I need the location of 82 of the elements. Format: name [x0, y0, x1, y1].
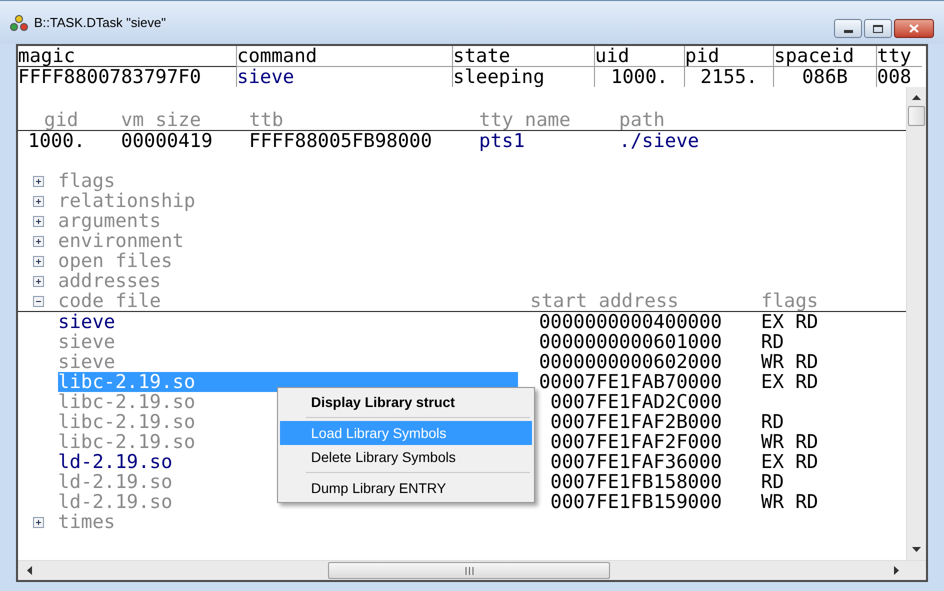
flags-cell: RD	[761, 332, 784, 352]
scroll-right-icon[interactable]	[894, 566, 900, 575]
app-icon	[10, 14, 28, 30]
grip-icon	[464, 566, 474, 574]
column-header: ttb	[249, 110, 284, 130]
scroll-thumb[interactable]	[328, 562, 610, 579]
tree-label[interactable]: arguments	[58, 211, 530, 231]
column-header: magic	[18, 46, 236, 67]
table-cell: 086B	[773, 67, 876, 87]
column-header: tty name	[479, 110, 572, 130]
flags-cell: EX RD	[761, 452, 818, 472]
expand-icon[interactable]	[32, 216, 44, 226]
column-header: command	[236, 46, 452, 67]
tree-label[interactable]: flags	[58, 171, 530, 191]
column-header: vm size	[121, 110, 202, 130]
code-file-row[interactable]: sieve	[58, 332, 518, 352]
expand-icon[interactable]	[32, 256, 44, 266]
table-cell-text: ./sieve	[619, 131, 700, 151]
scroll-down-icon[interactable]	[912, 547, 921, 553]
maximize-button[interactable]	[864, 19, 892, 38]
column-header: state	[452, 46, 594, 67]
collapse-icon[interactable]	[32, 296, 44, 306]
expand-icon[interactable]	[32, 196, 44, 206]
table-cell: 1000.	[594, 67, 684, 87]
flags-cell: WR RD	[761, 352, 818, 372]
code-file-row[interactable]: sieve	[58, 352, 518, 372]
scroll-up-icon[interactable]	[912, 94, 921, 100]
address-cell-text: 0007FE1FAF36000	[549, 452, 722, 472]
flags-cell: RD	[761, 412, 784, 432]
expand-icon[interactable]	[32, 276, 44, 286]
table-cell-text: pts1	[479, 131, 526, 151]
column-header: start address	[530, 291, 680, 311]
table-cell: sleeping	[452, 67, 594, 87]
scroll-thumb[interactable]	[908, 106, 925, 126]
code-file-row[interactable]: sieve	[58, 312, 518, 332]
column-header: pid	[684, 46, 773, 67]
tree-label[interactable]: addresses	[58, 271, 530, 291]
tree-label[interactable]: times	[58, 512, 530, 532]
tree-label[interactable]: code file	[58, 291, 530, 311]
tree-label[interactable]: relationship	[58, 191, 530, 211]
menu-item[interactable]: Display Library struct	[280, 390, 532, 414]
expand-icon[interactable]	[32, 176, 44, 186]
expand-icon[interactable]	[32, 236, 44, 246]
address-cell-text: 0007FE1FAF2F000	[549, 432, 722, 452]
flags-cell: WR RD	[761, 432, 818, 452]
close-button[interactable]	[894, 19, 934, 38]
table-cell-text: 00000419	[121, 131, 214, 151]
column-header: path	[619, 110, 666, 130]
table-cell-text: FFFF8800783797F0	[18, 67, 202, 87]
expand-icon[interactable]	[32, 516, 44, 528]
address-cell-text: 00007FE1FAB70000	[538, 372, 722, 392]
address-cell-text: 0007FE1FB159000	[549, 492, 722, 512]
table-cell-text: FFFF88005FB98000	[249, 131, 434, 151]
address-cell-text: 0000000000602000	[538, 352, 722, 372]
menu-item[interactable]: Load Library Symbols	[280, 421, 532, 445]
flags-cell: EX RD	[761, 312, 818, 332]
address-cell-text: 0007FE1FAD2C000	[549, 392, 722, 412]
address-cell-text: 0000000000400000	[538, 312, 722, 332]
column-header: tty	[876, 46, 922, 67]
table-cell: sieve	[236, 67, 452, 87]
tree-label[interactable]: environment	[58, 231, 530, 251]
menu-item[interactable]: Dump Library ENTRY	[280, 476, 532, 500]
horizontal-scrollbar[interactable]	[18, 560, 926, 580]
vertical-scrollbar[interactable]	[906, 87, 926, 560]
address-cell-text: 0007FE1FAF2B000	[549, 412, 722, 432]
flags-cell: EX RD	[761, 372, 818, 392]
column-header: flags	[761, 291, 818, 311]
minimize-button[interactable]	[834, 19, 862, 38]
flags-cell: WR RD	[761, 492, 818, 512]
column-header: spaceid	[773, 46, 876, 67]
flags-cell: RD	[761, 472, 784, 492]
window-title: B::TASK.DTask "sieve"	[34, 14, 167, 32]
column-header: gid	[44, 110, 80, 130]
table-cell-text: 1000.	[28, 131, 86, 151]
close-icon	[909, 24, 919, 33]
menu-item[interactable]: Delete Library Symbols	[280, 445, 532, 469]
address-cell-text: 0007FE1FB158000	[549, 472, 722, 492]
address-cell-text: 0000000000601000	[538, 332, 722, 352]
column-header: uid	[594, 46, 684, 67]
table-cell: 2155.	[684, 67, 773, 87]
scroll-left-icon[interactable]	[26, 566, 32, 575]
tree-label[interactable]: open files	[58, 251, 530, 271]
